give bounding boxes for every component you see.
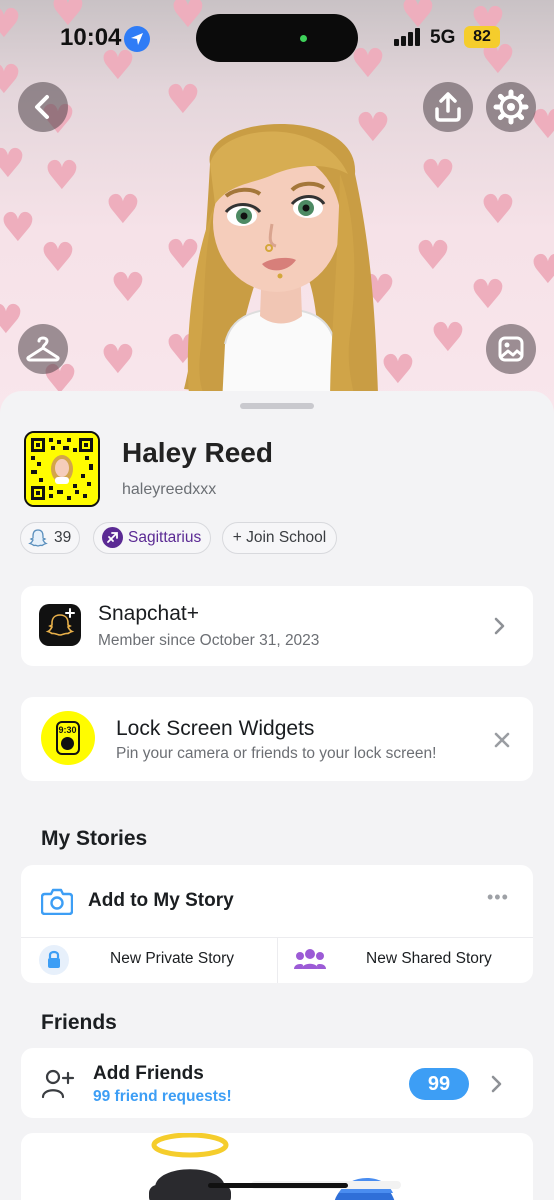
location-arrow-icon: [124, 26, 150, 52]
gear-icon: [493, 89, 529, 125]
add-to-my-story-label: Add to My Story: [88, 890, 234, 911]
settings-button[interactable]: [486, 82, 536, 132]
close-icon[interactable]: [494, 732, 510, 748]
sagittarius-icon: [102, 527, 123, 548]
share-button[interactable]: [423, 82, 473, 132]
join-school-label: + Join School: [232, 529, 327, 546]
snap-score-value: 39: [54, 529, 72, 546]
friend-requests-badge: 99: [409, 1068, 469, 1100]
image-icon: [498, 336, 524, 362]
zodiac-label: Sagittarius: [128, 529, 202, 546]
chevron-right-icon: [491, 1075, 502, 1093]
friends-bitmoji-card[interactable]: [21, 1133, 533, 1200]
status-time: 10:04: [60, 24, 122, 51]
friends-bitmoji-illustration: [149, 1133, 401, 1200]
camera-indicator-dot: [300, 35, 307, 42]
ghost-icon: [28, 529, 48, 547]
display-name: Haley Reed: [122, 437, 273, 468]
snapcode[interactable]: [24, 431, 100, 507]
hanger-icon: [26, 336, 60, 362]
add-to-my-story-row[interactable]: Add to My Story •••: [21, 865, 533, 937]
new-private-story-label: New Private Story: [110, 950, 235, 967]
join-school-pill[interactable]: + Join School: [222, 522, 337, 554]
friend-requests-label: 99 friend requests!: [93, 1088, 232, 1105]
network-type: 5G: [430, 27, 456, 48]
friends-heading: Friends: [41, 1011, 117, 1034]
snapcode-pattern-icon: [26, 433, 98, 505]
widget-icon-time: 9:30: [58, 725, 77, 735]
dynamic-island: [196, 14, 358, 62]
profile-sheet: Haley Reed haleyreedxxx 39 Sagittarius +…: [0, 391, 554, 1200]
new-shared-story-button[interactable]: New Shared Story: [278, 937, 533, 983]
snapchat-plus-card[interactable]: Snapchat+ Member since October 31, 2023: [21, 586, 533, 666]
battery-indicator: 82: [464, 26, 500, 48]
cellular-signal-icon: [394, 28, 422, 46]
chevron-right-icon: [494, 617, 505, 635]
bitmoji-background-button[interactable]: [486, 324, 536, 374]
widget-icon: 9:30: [41, 711, 95, 765]
my-stories-card: Add to My Story ••• New Private Story Ne…: [21, 865, 533, 983]
lock-icon: [39, 945, 69, 975]
share-upload-icon: [435, 92, 461, 122]
add-friend-icon: [41, 1069, 75, 1099]
snap-score-pill[interactable]: 39: [20, 522, 80, 554]
new-private-story-button[interactable]: New Private Story: [21, 937, 277, 983]
group-icon: [294, 949, 326, 969]
add-friends-label: Add Friends: [93, 1063, 204, 1084]
username: haleyreedxxx: [122, 481, 217, 498]
back-button[interactable]: [18, 82, 68, 132]
chevron-left-icon: [35, 95, 49, 119]
zodiac-pill[interactable]: Sagittarius: [93, 522, 211, 554]
widgets-title: Lock Screen Widgets: [116, 717, 315, 740]
more-options-icon[interactable]: •••: [487, 887, 509, 908]
widgets-subtitle: Pin your camera or friends to your lock …: [116, 745, 437, 762]
my-stories-heading: My Stories: [41, 827, 148, 850]
camera-icon: [41, 888, 73, 915]
bitmoji-avatar: [184, 124, 378, 404]
snapchat-plus-subtitle: Member since October 31, 2023: [98, 632, 320, 649]
sheet-grabber[interactable]: [240, 403, 314, 409]
status-bar: 10:04 5G 82: [0, 0, 554, 76]
home-indicator[interactable]: [208, 1183, 348, 1188]
new-shared-story-label: New Shared Story: [366, 950, 492, 967]
outfit-button[interactable]: [18, 324, 68, 374]
snapchat-plus-title: Snapchat+: [98, 602, 200, 625]
snapchat-plus-logo-icon: [39, 604, 81, 646]
lock-screen-widgets-card[interactable]: 9:30 Lock Screen Widgets Pin your camera…: [21, 697, 533, 781]
add-friends-card[interactable]: Add Friends 99 friend requests! 99: [21, 1048, 533, 1118]
